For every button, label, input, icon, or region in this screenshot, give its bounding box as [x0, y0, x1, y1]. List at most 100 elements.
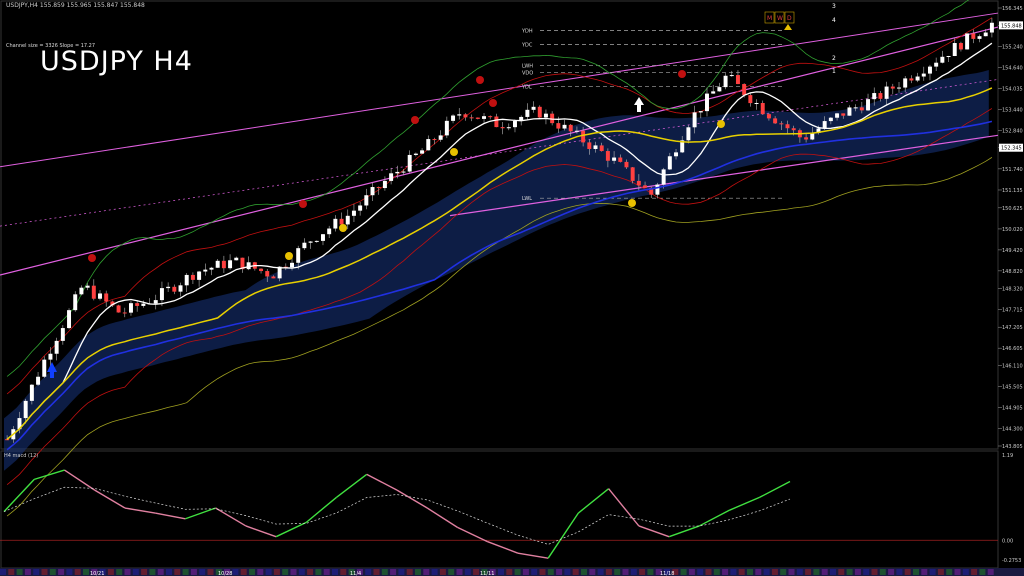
time-cell: [830, 569, 836, 575]
candle-body: [432, 139, 437, 141]
candle-body: [345, 215, 350, 225]
candle-body: [859, 107, 864, 111]
candle-body: [556, 123, 561, 129]
time-cell: [49, 569, 56, 575]
candle-body: [977, 36, 982, 39]
sell-signal-icon: [299, 200, 307, 208]
time-cell: [622, 569, 629, 575]
candle-body: [717, 87, 722, 92]
time-cell: [937, 569, 944, 575]
candle-body: [91, 285, 96, 299]
price-tick-label: 147.205: [1002, 325, 1023, 331]
candle-body: [351, 210, 356, 216]
current-price-label: 155.848: [1001, 23, 1022, 29]
time-cell: [614, 569, 621, 575]
candle-body: [296, 248, 301, 263]
candle-body: [612, 157, 617, 161]
time-cell: [506, 569, 513, 575]
candle-body: [624, 161, 629, 168]
buy-signal-icon: [339, 224, 347, 232]
candle-body: [104, 293, 109, 302]
candle-body: [290, 262, 294, 268]
candle-body: [135, 303, 140, 306]
price-tick-label: 143.805: [1002, 444, 1023, 450]
candle-body: [525, 109, 530, 117]
time-cell: [597, 569, 604, 575]
indicator-label: H4 macd (12): [4, 453, 39, 459]
candle-body: [748, 95, 753, 104]
macd-tick-label: 1.19: [1002, 453, 1013, 459]
candle-body: [915, 76, 920, 81]
sell-signal-icon: [489, 99, 497, 107]
time-cell: [423, 569, 430, 575]
candle-body: [376, 187, 381, 189]
time-cell: [805, 569, 812, 575]
candle-body: [85, 285, 90, 288]
time-cell: [921, 569, 928, 575]
time-cell: [406, 569, 413, 575]
time-cell: [697, 569, 704, 575]
sell-signal-icon: [411, 116, 419, 124]
candle-body: [426, 139, 431, 151]
time-axis: 10/21 10/28 11/4 11/11 11/18: [0, 568, 1024, 576]
time-cell: [174, 569, 181, 575]
time-cell: [149, 569, 156, 575]
time-cell: [722, 569, 729, 575]
candle-body: [190, 274, 195, 280]
candle-body: [989, 22, 994, 33]
candle-body: [246, 262, 251, 270]
candle-body: [358, 205, 363, 211]
time-cell: [747, 569, 753, 575]
price-tick-label: 150.020: [1002, 227, 1023, 233]
time-cell: [589, 569, 596, 575]
candle-body: [866, 99, 871, 111]
time-cell: [74, 569, 81, 575]
candle-body: [897, 87, 901, 89]
candle-body: [766, 114, 771, 119]
candle-body: [779, 123, 784, 125]
time-cell: [265, 569, 272, 575]
time-cell: [33, 569, 40, 575]
period-label: M: [767, 15, 772, 22]
time-cell: [16, 569, 23, 575]
candle-body: [581, 130, 586, 143]
time-cell: [796, 569, 803, 575]
candle-body: [698, 111, 703, 113]
price-tick-label: 144.300: [1002, 427, 1023, 433]
price-tick-label: 146.110: [1002, 363, 1023, 369]
time-cell: [315, 569, 322, 575]
time-cell: [854, 569, 861, 575]
candle-body: [853, 107, 858, 109]
time-cell: [0, 569, 6, 575]
time-cell: [946, 569, 953, 575]
time-cell: [456, 569, 463, 575]
candle-body: [927, 66, 932, 74]
candle-body: [265, 271, 270, 277]
time-cell: [249, 569, 255, 575]
level-label: LWH: [522, 63, 533, 69]
candle-body: [382, 180, 387, 189]
time-cell: [705, 569, 712, 575]
candle-body: [482, 116, 486, 119]
time-cell: [630, 569, 637, 575]
time-cell: [539, 569, 546, 575]
candle-body: [940, 56, 945, 63]
time-cell: [879, 569, 886, 575]
candle-body: [952, 43, 957, 57]
candle-body: [562, 124, 567, 129]
candle-body: [686, 127, 691, 141]
time-cell: [41, 569, 48, 575]
candle-body: [116, 305, 121, 313]
price-tick-label: 154.640: [1002, 66, 1023, 72]
candle-body: [339, 218, 344, 225]
level-label: YDL: [521, 84, 532, 90]
candle-body: [810, 132, 815, 140]
candle-body: [197, 271, 202, 280]
date-label: 10/21: [90, 571, 104, 576]
time-cell: [415, 569, 421, 575]
time-cell: [755, 569, 762, 575]
candle-body: [457, 114, 462, 116]
time-cell: [605, 569, 612, 575]
price-tick-label: 149.420: [1002, 248, 1023, 254]
level-label: LWL: [522, 196, 532, 202]
